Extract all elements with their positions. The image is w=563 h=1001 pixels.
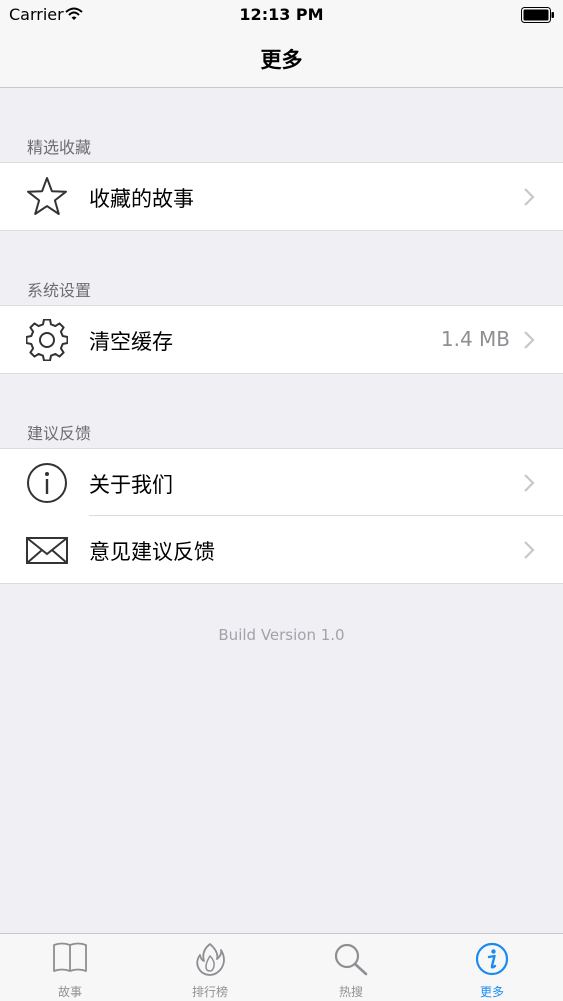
tab-label: 排行榜 xyxy=(191,985,228,999)
page-title: 更多 xyxy=(260,48,303,72)
tab-label: 故事 xyxy=(57,985,82,999)
navigation-bar: 更多 xyxy=(0,30,563,88)
chevron-right-icon xyxy=(523,541,535,563)
cell-favorite-stories[interactable]: 收藏的故事 xyxy=(0,163,563,230)
envelope-icon xyxy=(26,529,68,575)
status-bar: Carrier 12:13 PM xyxy=(0,0,563,30)
tab-hot-search[interactable]: 热搜 xyxy=(281,934,421,1001)
tab-ranking[interactable]: 排行榜 xyxy=(140,934,280,1001)
battery-icon xyxy=(521,7,555,27)
tab-stories[interactable]: 故事 xyxy=(0,934,140,1001)
status-time: 12:13 PM xyxy=(239,5,324,24)
tab-more[interactable]: 更多 xyxy=(422,934,562,1001)
tab-label: 热搜 xyxy=(338,985,363,999)
cell-label: 收藏的故事 xyxy=(89,187,194,211)
cell-label: 关于我们 xyxy=(89,473,173,497)
info-icon xyxy=(475,942,509,980)
gear-icon xyxy=(25,318,69,365)
cell-feedback[interactable]: 意见建议反馈 xyxy=(0,516,563,583)
section-header-favorites: 精选收藏 xyxy=(27,138,92,157)
section-header-feedback: 建议反馈 xyxy=(27,424,92,443)
cell-label: 清空缓存 xyxy=(89,330,173,354)
group-favorites: 收藏的故事 xyxy=(0,162,563,231)
cache-size-value: 1.4 MB xyxy=(440,327,510,351)
chevron-right-icon xyxy=(523,474,535,496)
cell-about-us[interactable]: 关于我们 xyxy=(0,449,563,516)
info-icon xyxy=(26,462,68,508)
search-icon xyxy=(333,942,369,980)
build-version: Build Version 1.0 xyxy=(218,626,345,644)
book-icon xyxy=(52,942,88,978)
chevron-right-icon xyxy=(523,331,535,353)
chevron-right-icon xyxy=(523,188,535,210)
group-settings: 清空缓存 1.4 MB xyxy=(0,305,563,374)
group-feedback: 关于我们 意见建议反馈 xyxy=(0,448,563,584)
section-header-settings: 系统设置 xyxy=(27,281,92,300)
cell-label: 意见建议反馈 xyxy=(89,540,215,564)
tab-label: 更多 xyxy=(479,985,504,999)
flame-icon xyxy=(195,942,225,980)
tab-bar: 故事 排行榜 热搜 更多 xyxy=(0,933,563,1001)
cell-clear-cache[interactable]: 清空缓存 1.4 MB xyxy=(0,306,563,373)
star-icon xyxy=(26,176,68,222)
